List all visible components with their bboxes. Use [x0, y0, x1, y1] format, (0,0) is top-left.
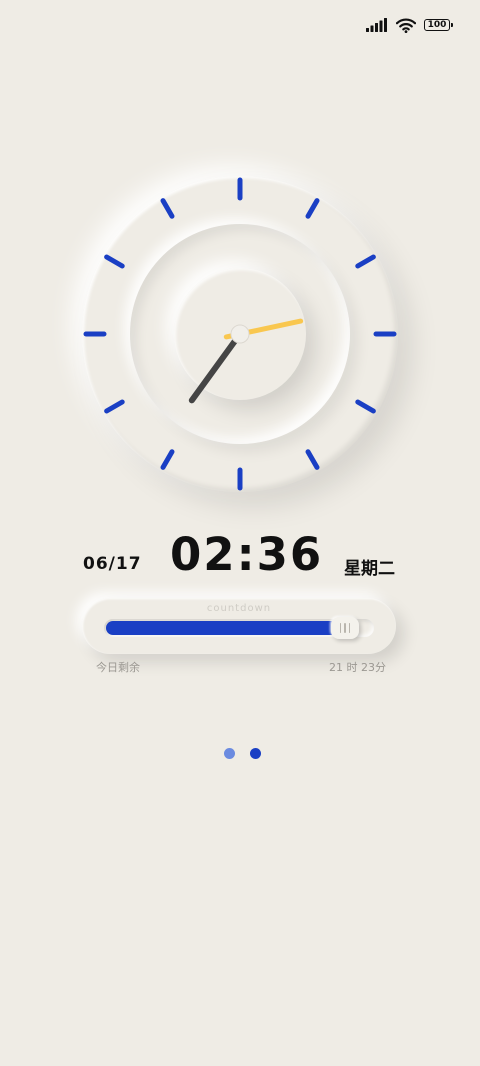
signal-icon	[366, 18, 387, 32]
battery-level: 100	[427, 19, 447, 30]
status-bar: 100	[366, 14, 453, 36]
battery-icon: 100	[424, 19, 453, 31]
wifi-icon	[396, 18, 416, 33]
page-dot-active[interactable]	[250, 748, 261, 759]
knob-grip	[344, 623, 346, 633]
progress-fill	[106, 621, 343, 635]
digital-time: 02:36	[170, 528, 324, 581]
progress-knob[interactable]	[331, 617, 359, 639]
countdown-label: countdown	[206, 603, 272, 614]
date-text: 06/17	[83, 554, 142, 574]
weekday-text: 星期二	[344, 559, 395, 579]
knob-grip	[339, 623, 342, 633]
countdown-progress-bar[interactable]	[104, 617, 374, 639]
page-dot[interactable]	[224, 748, 235, 759]
clock-hands	[188, 318, 304, 404]
clock-pivot	[230, 324, 250, 344]
remaining-value: 21 时 23分	[329, 661, 386, 674]
knob-grip	[348, 623, 351, 633]
countdown-card: countdown	[82, 598, 396, 654]
analog-clock[interactable]	[82, 176, 398, 492]
remaining-label: 今日剩余	[96, 661, 140, 674]
minute-hand	[188, 331, 243, 404]
page-indicator[interactable]	[224, 748, 261, 759]
